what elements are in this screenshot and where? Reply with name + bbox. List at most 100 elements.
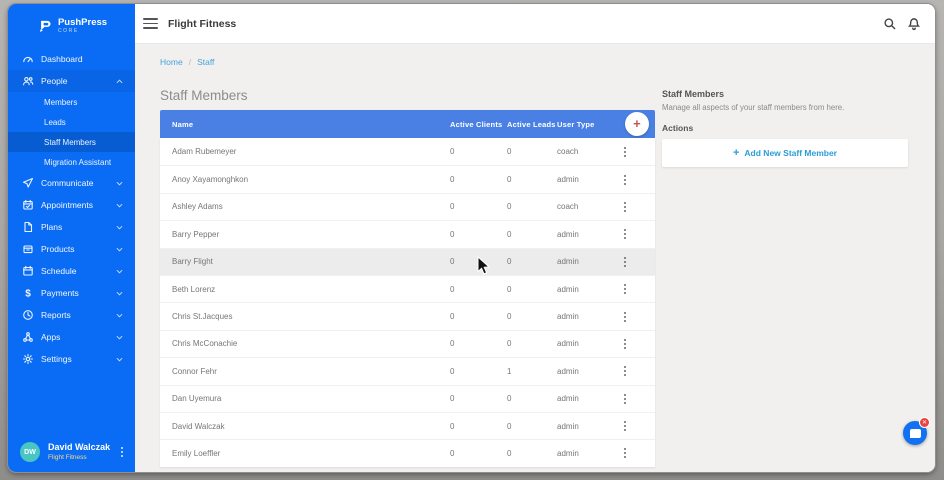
sidebar-item-schedule[interactable]: Schedule [8,260,135,282]
row-actions-kebab-icon[interactable] [620,171,630,189]
row-actions-kebab-icon[interactable] [620,417,630,435]
table-header: Name Active Clients Active Leads User Ty… [160,110,655,138]
add-new-staff-member-button[interactable]: + Add New Staff Member [662,139,908,167]
table-row[interactable]: Connor Fehr 0 1 admin [160,357,655,384]
sidebar-item-dashboard[interactable]: Dashboard [8,48,135,70]
sidebar-item-apps[interactable]: Apps [8,326,135,348]
staff-name: Connor Fehr [160,367,450,376]
staff-name: Beth Lorenz [160,285,450,294]
sidebar-item-label: Plans [41,222,116,232]
sidebar-item-label: Reports [41,310,116,320]
sidebar-item-payments[interactable]: $ Payments [8,282,135,304]
table-row[interactable]: Barry Flight 0 0 admin [160,248,655,275]
sidebar-item-plans[interactable]: Plans [8,216,135,238]
people-icon [22,75,34,87]
table-row[interactable]: David Walczak 0 0 admin [160,412,655,439]
active-clients-value: 0 [450,257,507,266]
logo: PushPress CORE [8,4,135,48]
add-button-label: Add New Staff Member [744,148,837,158]
add-staff-fab-button[interactable]: + [625,112,649,136]
search-icon[interactable] [883,17,897,31]
active-clients-value: 0 [450,422,507,431]
gear-icon [22,353,34,365]
chevron-down-icon [116,357,123,362]
row-actions-kebab-icon[interactable] [620,225,630,243]
sidebar-item-staff-members[interactable]: Staff Members [8,132,135,152]
table-row[interactable]: Chris St.Jacques 0 0 admin [160,302,655,329]
active-clients-value: 0 [450,230,507,239]
staff-name: Adam Rubemeyer [160,147,450,156]
user-type-value: admin [557,339,607,348]
chat-notification-badge: ✕ [919,417,930,428]
chevron-down-icon [116,247,123,252]
staff-table: Name Active Clients Active Leads User Ty… [160,110,655,467]
breadcrumb-separator: / [189,57,191,67]
sidebar-item-people[interactable]: People [8,70,135,92]
chat-launcher-button[interactable]: ✕ [903,421,927,445]
logo-sub: CORE [58,29,107,34]
staff-name: Ashley Adams [160,202,450,211]
sidebar-item-reports[interactable]: Reports [8,304,135,326]
chevron-down-icon [116,269,123,274]
plus-icon: + [633,117,641,130]
plus-icon: + [733,148,739,159]
table-row[interactable]: Dan Uyemura 0 0 admin [160,385,655,412]
chevron-down-icon [116,181,123,186]
table-row[interactable]: Chris McConachie 0 0 admin [160,330,655,357]
active-clients-value: 0 [450,202,507,211]
sidebar-item-appointments[interactable]: Appointments [8,194,135,216]
chat-bubble-icon [910,429,921,438]
row-actions-kebab-icon[interactable] [620,335,630,353]
user-name: David Walczak [48,442,117,453]
user-type-value: admin [557,422,607,431]
table-row[interactable]: Beth Lorenz 0 0 admin [160,275,655,302]
sidebar-item-label: Leads [44,118,66,127]
sidebar-item-communicate[interactable]: Communicate [8,172,135,194]
active-clients-value: 0 [450,339,507,348]
breadcrumb-home[interactable]: Home [160,57,183,67]
table-row[interactable]: Barry Pepper 0 0 admin [160,220,655,247]
sidebar-item-label: Staff Members [44,138,96,147]
user-account[interactable]: DW David Walczak Flight Fitness [8,432,135,472]
staff-name: Chris McConachie [160,339,450,348]
pushpress-logo-icon [36,18,53,35]
user-type-value: coach [557,147,607,156]
row-actions-kebab-icon[interactable] [620,308,630,326]
panel-title: Staff Members [662,89,925,99]
table-row[interactable]: Adam Rubemeyer 0 0 coach [160,138,655,165]
sidebar-item-label: Schedule [41,266,116,276]
row-actions-kebab-icon[interactable] [620,143,630,161]
user-org: Flight Fitness [48,454,117,462]
staff-name: Barry Flight [160,257,450,266]
row-actions-kebab-icon[interactable] [620,253,630,271]
svg-text:$: $ [25,288,31,299]
bell-icon[interactable] [907,17,921,31]
app-window: PushPress CORE Dashboard People Mem [8,4,935,472]
row-actions-kebab-icon[interactable] [620,390,630,408]
column-header-active-clients: Active Clients [450,120,507,129]
sidebar-item-label: Apps [41,332,116,342]
table-row[interactable]: Emily Loeffler 0 0 admin [160,439,655,466]
row-actions-kebab-icon[interactable] [620,362,630,380]
user-type-value: admin [557,312,607,321]
staff-name: Emily Loeffler [160,449,450,458]
table-row[interactable]: Anoy Xayamonghkon 0 0 admin [160,165,655,192]
row-actions-kebab-icon[interactable] [620,280,630,298]
table-row[interactable]: Ashley Adams 0 0 coach [160,193,655,220]
active-leads-value: 0 [507,285,557,294]
sidebar-item-members[interactable]: Members [8,92,135,112]
hamburger-icon[interactable] [143,15,158,32]
user-menu-kebab-icon[interactable] [117,443,127,461]
sidebar-nav: Dashboard People Members Leads Staff Mem… [8,48,135,370]
logo-name: PushPress [58,18,107,28]
row-actions-kebab-icon[interactable] [620,444,630,462]
column-header-user-type: User Type [557,120,607,129]
breadcrumb-staff[interactable]: Staff [197,57,214,67]
sidebar-item-leads[interactable]: Leads [8,112,135,132]
panel-actions-label: Actions [662,123,925,133]
sidebar-item-migration-assistant[interactable]: Migration Assistant [8,152,135,172]
row-actions-kebab-icon[interactable] [620,198,630,216]
sidebar-item-products[interactable]: Products [8,238,135,260]
sidebar-item-settings[interactable]: Settings [8,348,135,370]
panel-description: Manage all aspects of your staff members… [662,103,925,112]
